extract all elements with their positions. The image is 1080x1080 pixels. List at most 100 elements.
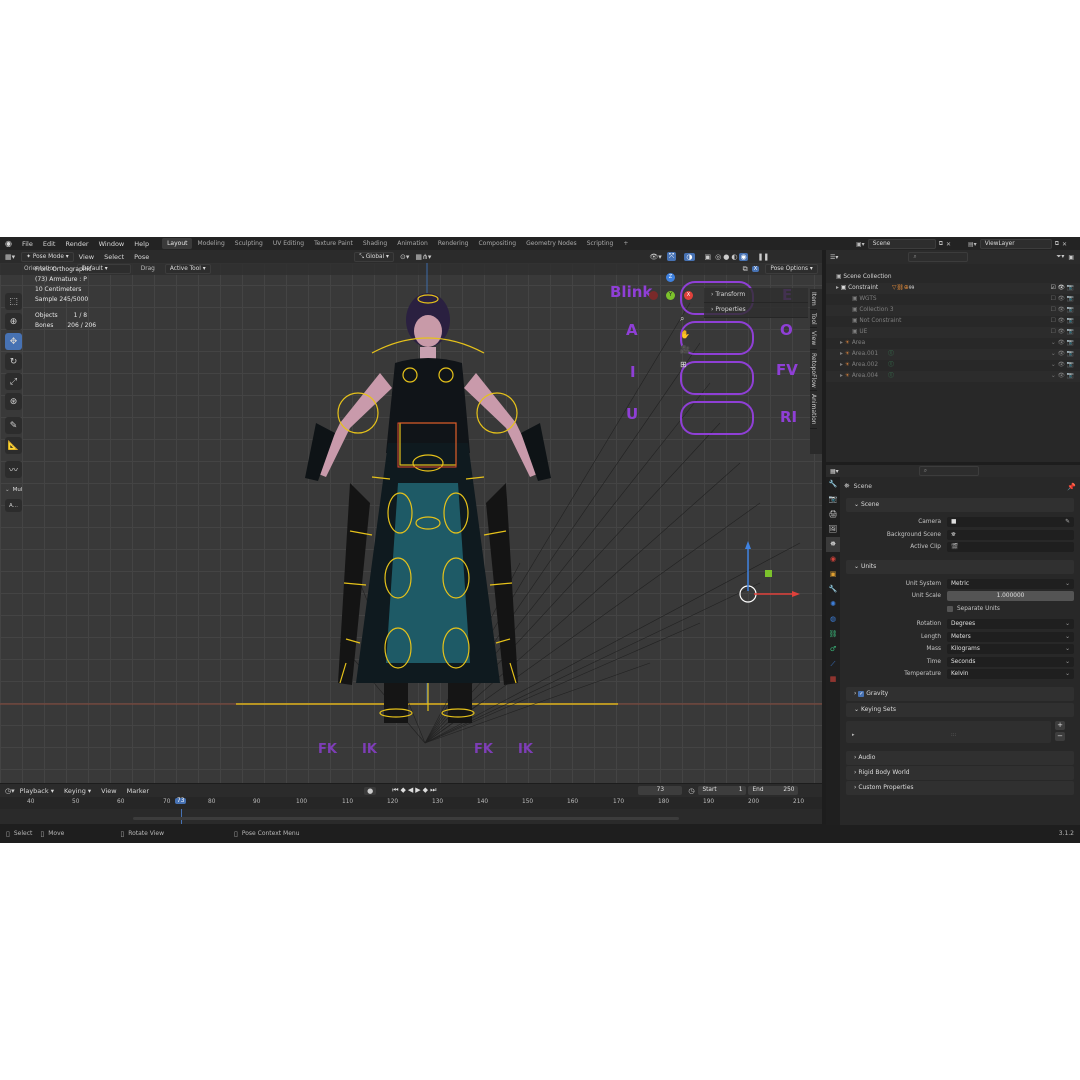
copy-icon[interactable]: ⧉ — [1055, 240, 1059, 248]
menu-marker[interactable]: Marker — [122, 787, 154, 795]
rig-slider-i[interactable] — [680, 361, 754, 395]
object-props-icon[interactable]: ▣ — [826, 567, 840, 582]
outliner-item[interactable]: ▸ ☀ Area.002 ⓛ ⌄ 👁 📷 — [826, 360, 1080, 371]
outliner-item[interactable]: ▣ UE ☐ 👁 📷 — [826, 327, 1080, 338]
keying-sets-list[interactable]: ▸ ::: — [846, 720, 1051, 743]
close-icon[interactable]: ✕ — [946, 241, 951, 248]
visibility-toggles[interactable]: ⌄ 👁 📷 — [1051, 349, 1074, 360]
blender-logo-icon[interactable]: ◉ — [0, 239, 17, 248]
visibility-toggles[interactable]: ⌄ 👁 📷 — [1051, 371, 1074, 382]
menu-window[interactable]: Window — [94, 240, 130, 248]
end-frame-field[interactable]: End 250 — [748, 786, 799, 795]
view-layer-selector[interactable]: ▤▾ ViewLayer ⧉ ✕ — [968, 239, 1067, 249]
sidebar-properties-row[interactable]: › Properties — [704, 303, 808, 318]
menu-playback[interactable]: Playback ▾ — [15, 787, 59, 795]
rig-ik-left[interactable]: IK — [362, 742, 377, 757]
gravity-section-header[interactable]: › ✓ Gravity — [846, 686, 1074, 701]
active-clip-field[interactable]: 🎬 — [947, 542, 1074, 553]
tool-props-icon[interactable]: 🔧 — [826, 477, 840, 492]
gizmo-toggle-icon[interactable]: ⤧ — [666, 252, 677, 261]
next-key-icon[interactable]: ◆ — [423, 786, 430, 794]
outliner-item[interactable]: ▸ ☀ Area.004 ⓛ ⌄ 👁 📷 — [826, 371, 1080, 382]
world-props-icon[interactable]: ◉ — [826, 552, 840, 567]
outliner-item[interactable]: ▣ Collection 3 ☐ 👁 📷 — [826, 305, 1080, 316]
scene-name-field[interactable]: Scene — [867, 239, 936, 249]
add-keying-set-button[interactable]: + — [1055, 720, 1065, 730]
shading-solid-icon[interactable]: ● — [723, 253, 729, 261]
record-icon[interactable]: ● — [364, 786, 377, 795]
pan-hand-icon[interactable]: ✋ — [680, 330, 690, 339]
outliner-item[interactable]: ▣ Not Constraint ☐ 👁 📷 — [826, 316, 1080, 327]
outliner-item[interactable]: ▣ Scene Collection — [826, 272, 1080, 283]
snap-icon[interactable]: ▦⋔▾ — [415, 253, 431, 261]
armature-data-icon[interactable]: ♂ — [826, 642, 840, 657]
gravity-checkbox[interactable]: ✓ — [858, 690, 865, 697]
units-section-header[interactable]: ⌄ Units — [846, 559, 1074, 574]
transform-orientation-dropdown[interactable]: ⤡ Global ▾ — [354, 251, 394, 262]
play-icon[interactable]: ▶ — [415, 786, 422, 794]
menu-help[interactable]: Help — [129, 240, 154, 248]
visibility-toggles[interactable]: ☐ 👁 📷 — [1051, 305, 1074, 316]
tab-scripting[interactable]: Scripting — [582, 238, 619, 249]
modifier-props-icon[interactable]: 🔧 — [826, 582, 840, 597]
ortho-grid-icon[interactable]: ⊞ — [680, 360, 690, 369]
mode-dropdown[interactable]: ✦ Pose Mode ▾ — [21, 251, 74, 262]
unit-scale-field[interactable]: 1.000000 — [947, 591, 1074, 602]
pin-icon[interactable]: 📌 — [1067, 483, 1076, 491]
view-layer-props-icon[interactable]: 🖼 — [826, 522, 840, 537]
audio-section-header[interactable]: › Audio — [846, 750, 1074, 765]
gizmo-y-icon[interactable]: Y — [666, 291, 675, 300]
visibility-toggles[interactable]: ☐ 👁 📷 — [1051, 327, 1074, 338]
timeline-editor-type-icon[interactable]: ◷▾ — [5, 787, 15, 795]
scene-props-icon[interactable]: ⛯ — [826, 537, 840, 552]
xray-icon[interactable]: ▣ — [705, 253, 712, 261]
menu-pose[interactable]: Pose — [129, 253, 154, 261]
rotation-dropdown[interactable]: Degrees ⌄ — [947, 619, 1074, 630]
shading-material-icon[interactable]: ◐ — [731, 253, 737, 261]
remove-keying-set-button[interactable]: − — [1055, 731, 1065, 741]
rig-slider-u[interactable] — [680, 401, 754, 435]
menu-select[interactable]: Select — [99, 253, 129, 261]
tab-uv-editing[interactable]: UV Editing — [268, 238, 309, 249]
pivot-icon[interactable]: ⊙▾ — [400, 253, 409, 261]
scene-section-header[interactable]: ⌄ Scene — [846, 498, 1074, 512]
overlay-toggle-icon[interactable]: ◑ — [684, 252, 695, 261]
3d-viewport[interactable]: Orientation Default ▾ Drag Active Tool ▾… — [0, 263, 822, 783]
tab-texture-paint[interactable]: Texture Paint — [309, 238, 358, 249]
camera-view-icon[interactable]: 🎥 — [680, 345, 690, 354]
copy-icon[interactable]: ⧉ — [939, 240, 943, 248]
rig-fk-right[interactable]: FK — [474, 742, 493, 757]
tab-layout[interactable]: Layout — [162, 238, 193, 249]
shading-wireframe-icon[interactable]: ◎ — [715, 253, 721, 261]
rig-slider-a[interactable] — [680, 321, 754, 355]
close-icon[interactable]: ✕ — [1062, 241, 1067, 248]
tab-shading[interactable]: Shading — [358, 238, 392, 249]
gizmo-neg-x-icon[interactable] — [649, 291, 658, 300]
tab-modeling[interactable]: Modeling — [192, 238, 229, 249]
sidebar-tab-item[interactable]: Item — [810, 289, 817, 310]
camera-field[interactable]: ■ ✎ — [947, 517, 1074, 528]
scene-selector[interactable]: ▣▾ Scene ⧉ ✕ — [856, 239, 951, 249]
outliner-item[interactable]: ▣ WGTS ☐ 👁 📷 — [826, 294, 1080, 305]
menu-keying[interactable]: Keying ▾ — [59, 787, 96, 795]
tab-compositing[interactable]: Compositing — [473, 238, 521, 249]
keying-sets-section-header[interactable]: ⌄ Keying Sets — [846, 702, 1074, 717]
sidebar-tab-view[interactable]: View — [810, 328, 817, 350]
jump-end-icon[interactable]: ⏭ — [430, 786, 438, 794]
view-layer-name-field[interactable]: ViewLayer — [979, 239, 1052, 249]
sidebar-tab-retopoflow[interactable]: RetopoFlow — [810, 350, 817, 392]
menu-render[interactable]: Render — [60, 240, 93, 248]
menu-edit[interactable]: Edit — [38, 240, 61, 248]
mass-dropdown[interactable]: Kilograms ⌄ — [947, 644, 1074, 655]
particles-props-icon[interactable]: ✺ — [826, 597, 840, 612]
rig-ik-right[interactable]: IK — [518, 742, 533, 757]
timeline-scrollbar[interactable] — [133, 817, 679, 820]
timeline-ruler[interactable]: 40 50 60 70 80 90 100 110 120 130 140 15… — [0, 797, 822, 809]
prev-key-icon[interactable]: ◆ — [401, 786, 408, 794]
time-dropdown[interactable]: Seconds ⌄ — [947, 656, 1074, 667]
filter-icon[interactable]: ⏷▾ — [1057, 253, 1065, 261]
pause-render-icon[interactable]: ❚❚ — [758, 253, 770, 261]
outliner-editor-icon[interactable]: ☰▾ — [830, 254, 838, 261]
visibility-toggles[interactable]: ☐ 👁 📷 — [1051, 294, 1074, 305]
sidebar-tab-animation[interactable]: Animation — [810, 391, 817, 429]
